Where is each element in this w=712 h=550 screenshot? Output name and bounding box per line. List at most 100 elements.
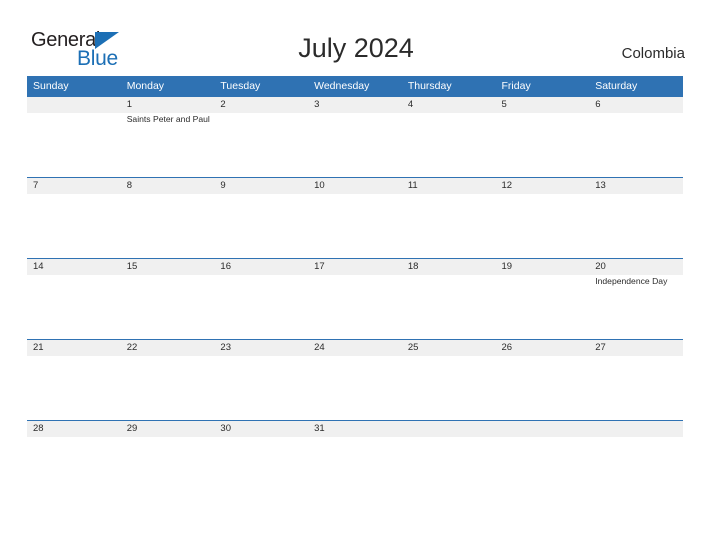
calendar-day-cell[interactable]: 11 xyxy=(402,178,496,195)
calendar-day-cell[interactable]: 18 xyxy=(402,259,496,288)
calendar-day-cell[interactable]: 26 xyxy=(496,340,590,357)
day-events xyxy=(33,194,121,195)
calendar-day-cell[interactable]: 24 xyxy=(308,340,402,357)
day-events xyxy=(314,194,402,195)
day-number xyxy=(33,97,121,113)
day-number: 1 xyxy=(126,99,132,110)
calendar-day-cell[interactable]: 25 xyxy=(402,340,496,357)
calendar-day-cell[interactable]: 16 xyxy=(214,259,308,288)
day-events xyxy=(408,275,496,276)
calendar-day-cell[interactable]: 27 xyxy=(589,340,683,357)
calendar-day-cell[interactable]: 22 xyxy=(121,340,215,357)
day-number: 26 xyxy=(501,342,513,353)
day-number: 21 xyxy=(33,342,44,353)
day-number: 19 xyxy=(501,261,513,272)
calendar-grid: Sunday Monday Tuesday Wednesday Thursday… xyxy=(27,76,683,460)
calendar-day-cell[interactable]: 29 xyxy=(121,421,215,438)
calendar-week-row: 1 Saints Peter and Paul 2 3 4 5 6 xyxy=(27,96,683,177)
day-number xyxy=(502,421,590,437)
calendar-day-cell[interactable] xyxy=(402,421,496,438)
day-events xyxy=(33,113,121,114)
day-number: 15 xyxy=(126,261,138,272)
week-cells: 14 15 16 17 18 19 20 Independence Day xyxy=(27,259,683,288)
day-number: 13 xyxy=(595,180,606,191)
calendar-week-row: 7 8 9 10 11 12 13 xyxy=(27,177,683,258)
calendar-day-cell[interactable]: 5 xyxy=(496,97,590,126)
day-number: 20 xyxy=(595,261,606,272)
holiday-event: Saints Peter and Paul xyxy=(126,114,210,124)
day-number: 4 xyxy=(407,99,414,110)
calendar-day-cell[interactable]: 21 xyxy=(27,340,121,357)
calendar-day-cell[interactable]: 23 xyxy=(214,340,308,357)
day-number: 22 xyxy=(126,342,138,353)
week-cells: 7 8 9 10 11 12 13 xyxy=(27,178,683,195)
day-header-sunday: Sunday xyxy=(33,80,69,92)
calendar-day-cell[interactable]: 20 Independence Day xyxy=(589,259,683,288)
day-events xyxy=(502,113,590,114)
day-number: 16 xyxy=(220,261,231,272)
calendar-day-cell[interactable]: 19 xyxy=(496,259,590,288)
day-events xyxy=(408,356,496,357)
day-events xyxy=(502,356,590,357)
day-events xyxy=(220,356,308,357)
calendar-day-cell[interactable]: 30 xyxy=(214,421,308,438)
country-label: Colombia xyxy=(621,45,685,62)
calendar-day-cell[interactable]: 1 Saints Peter and Paul xyxy=(121,97,215,126)
calendar-week-row: 21 22 23 24 25 26 27 xyxy=(27,339,683,420)
calendar-week-row: 28 29 30 31 xyxy=(27,420,683,460)
day-events xyxy=(595,356,683,357)
day-header-tuesday: Tuesday xyxy=(220,80,261,92)
day-events xyxy=(33,275,121,276)
day-header-thursday: Thursday xyxy=(407,80,452,92)
calendar-day-cell[interactable]: 6 xyxy=(589,97,683,126)
day-events: Saints Peter and Paul xyxy=(127,113,215,126)
day-number: 10 xyxy=(314,180,325,191)
calendar-day-cell[interactable]: 28 xyxy=(27,421,121,438)
day-events xyxy=(408,437,496,438)
calendar-day-cell[interactable]: 2 xyxy=(214,97,308,126)
day-events xyxy=(127,437,215,438)
day-events xyxy=(502,194,590,195)
calendar-day-cell[interactable]: 10 xyxy=(308,178,402,195)
day-events xyxy=(220,113,308,114)
day-of-week-header-row: Sunday Monday Tuesday Wednesday Thursday… xyxy=(27,76,683,96)
holiday-event: Independence Day xyxy=(595,276,668,286)
day-number xyxy=(408,421,496,437)
day-events xyxy=(220,437,308,438)
calendar-day-cell[interactable]: 8 xyxy=(121,178,215,195)
calendar-day-cell[interactable]: 3 xyxy=(308,97,402,126)
day-events xyxy=(314,437,402,438)
calendar-day-cell[interactable]: 31 xyxy=(308,421,402,438)
day-events xyxy=(127,275,215,276)
page-header: General Blue July 2024 Colombia xyxy=(0,0,712,76)
calendar-day-cell[interactable]: 12 xyxy=(496,178,590,195)
calendar-day-cell[interactable] xyxy=(27,97,121,126)
day-events xyxy=(220,194,308,195)
day-events xyxy=(502,437,590,438)
day-events xyxy=(595,194,683,195)
day-number: 12 xyxy=(501,180,513,191)
calendar-day-cell[interactable]: 15 xyxy=(121,259,215,288)
day-events xyxy=(502,275,590,276)
day-number: 8 xyxy=(126,180,132,191)
day-number: 18 xyxy=(407,261,419,272)
calendar-day-cell[interactable] xyxy=(589,421,683,438)
day-number: 27 xyxy=(595,342,606,353)
calendar-week-row: 14 15 16 17 18 19 20 Independence Day xyxy=(27,258,683,339)
calendar-day-cell[interactable]: 4 xyxy=(402,97,496,126)
day-events xyxy=(33,437,121,438)
day-events xyxy=(314,356,402,357)
day-number: 25 xyxy=(407,342,419,353)
day-header-saturday: Saturday xyxy=(595,80,638,92)
calendar-day-cell[interactable] xyxy=(496,421,590,438)
day-header-friday: Friday xyxy=(501,80,531,92)
day-events xyxy=(595,113,683,114)
calendar-day-cell[interactable]: 13 xyxy=(589,178,683,195)
day-events xyxy=(33,356,121,357)
calendar-day-cell[interactable]: 7 xyxy=(27,178,121,195)
calendar-day-cell[interactable]: 17 xyxy=(308,259,402,288)
calendar-day-cell[interactable]: 14 xyxy=(27,259,121,288)
day-events xyxy=(127,356,215,357)
day-number: 23 xyxy=(220,342,231,353)
calendar-day-cell[interactable]: 9 xyxy=(214,178,308,195)
